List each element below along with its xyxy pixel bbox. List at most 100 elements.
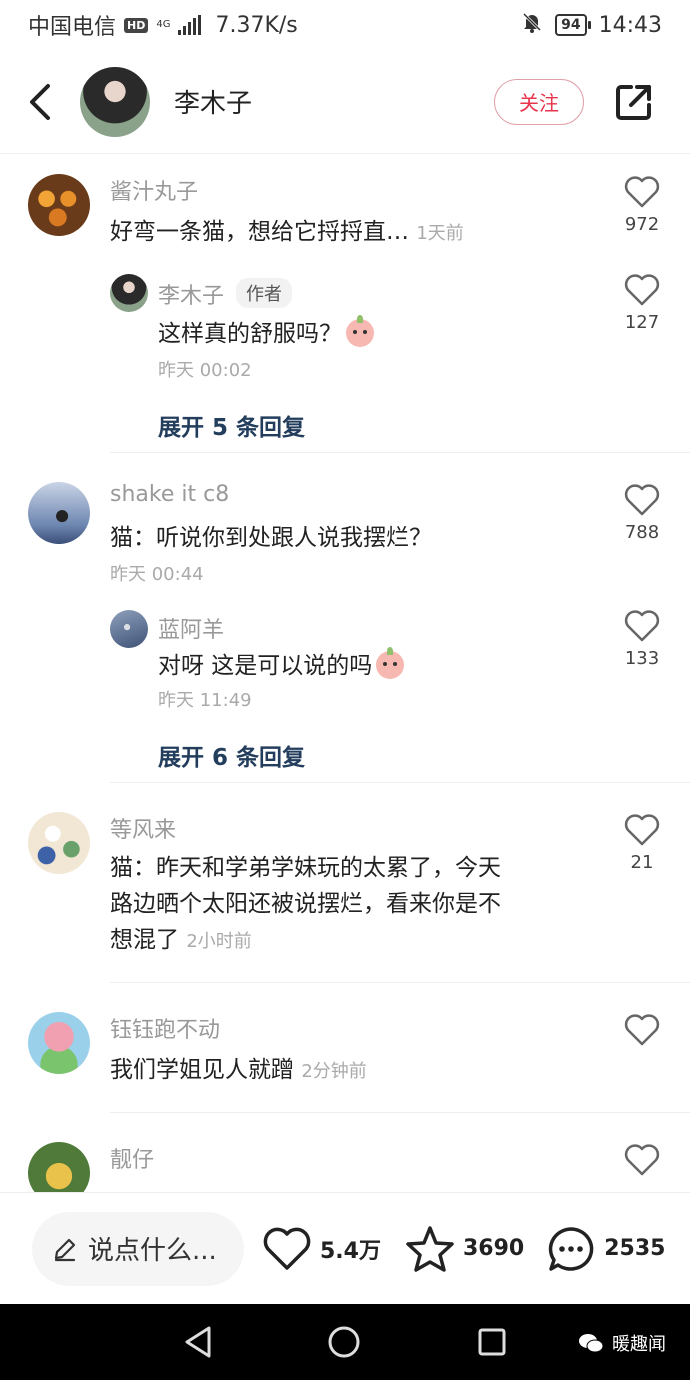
comments-button[interactable]: 2535 — [546, 1225, 665, 1273]
like-button[interactable]: 133 — [622, 610, 662, 669]
chevron-left-icon — [30, 83, 50, 120]
author-avatar[interactable] — [80, 66, 150, 137]
reply-author-name[interactable]: 李木子 — [158, 284, 224, 309]
heart-icon — [624, 1144, 660, 1176]
reply-avatar[interactable] — [110, 274, 148, 312]
nav-back-button[interactable] — [180, 1324, 216, 1360]
divider — [110, 1112, 690, 1113]
circle-home-icon — [328, 1326, 360, 1358]
system-nav-bar: 暖趣闻 — [0, 1304, 690, 1380]
commenter-name[interactable]: shake it c8 — [110, 482, 229, 507]
like-count: 127 — [624, 312, 660, 333]
like-count: 133 — [624, 648, 660, 669]
commenter-avatar[interactable] — [28, 812, 90, 874]
post-collect-count: 3690 — [462, 1236, 525, 1261]
reply-author-name[interactable]: 蓝阿羊 — [158, 612, 224, 644]
comment-item: 等风来 猫：昨天和学弟学妹玩的太累了，今天 路边晒个太阳还被说摆烂，看来你是不 … — [0, 784, 690, 984]
like-count: 972 — [624, 214, 660, 235]
reply-time: 昨天 00:02 — [158, 360, 252, 381]
watermark-text: 暖趣闻 — [612, 1334, 666, 1355]
reply-time: 昨天 11:49 — [158, 690, 252, 711]
nav-recents-button[interactable] — [474, 1324, 510, 1360]
comment-text-line[interactable]: 猫：昨天和学弟学妹玩的太累了，今天 — [110, 850, 501, 886]
share-icon — [616, 84, 651, 120]
network-speed: 7.37K/s — [215, 12, 298, 38]
triangle-back-icon — [185, 1326, 211, 1358]
comment-time: 2分钟前 — [301, 1061, 367, 1082]
commenter-name[interactable]: 靓仔 — [110, 1142, 154, 1174]
comment-time: 昨天 00:44 — [110, 564, 204, 585]
comment-text[interactable]: 猫：听说你到处跟人说我摆烂？ — [110, 520, 432, 556]
divider — [110, 782, 690, 783]
like-button[interactable]: 972 — [622, 176, 662, 235]
commenter-avatar[interactable] — [28, 1142, 90, 1192]
pencil-icon — [54, 1238, 76, 1261]
like-button[interactable] — [622, 1014, 662, 1046]
comment-item: 钰钰跑不动 我们学姐见人就蹭 2分钟前 — [0, 984, 690, 1114]
profile-header: 李木子 关注 — [0, 50, 690, 154]
nav-home-button[interactable] — [326, 1324, 362, 1360]
clock: 14:43 — [598, 12, 662, 38]
like-count: 788 — [624, 522, 660, 543]
post-comment-count: 2535 — [604, 1236, 666, 1261]
comment-body: 好弯一条猫，想给它捋捋直… — [110, 219, 409, 245]
author-tag: 作者 — [236, 278, 293, 308]
post-like-count: 5.4万 — [320, 1238, 381, 1264]
comment-item: 靓仔 — [0, 1114, 690, 1192]
comment-text[interactable]: 想混了 2小时前 — [110, 922, 252, 960]
chat-bubble-icon — [549, 1226, 594, 1271]
follow-button[interactable]: 关注 — [494, 78, 584, 125]
reply-name-row: 李木子 作者 — [158, 278, 293, 310]
comment-text[interactable]: 我们学姐见人就蹭 2分钟前 — [110, 1052, 367, 1090]
heart-icon — [624, 484, 660, 516]
status-bar: 中国电信 HD 4G 7.37K/s 94 14:43 — [0, 0, 690, 50]
comment-text[interactable]: 好弯一条猫，想给它捋捋直… 1天前 — [110, 214, 464, 252]
like-count: 21 — [630, 852, 654, 873]
like-button[interactable]: 127 — [622, 274, 662, 333]
comment-item: 酱汁丸子 好弯一条猫，想给它捋捋直… 1天前 972 李木子 作者 这样真的舒服吗… — [0, 154, 690, 454]
commenter-name[interactable]: 等风来 — [110, 812, 176, 844]
reply-text[interactable]: 这样真的舒服吗？ — [158, 315, 374, 352]
reply-body: 这样真的舒服吗？ — [158, 321, 342, 347]
network-type: 4G — [156, 19, 171, 30]
comment-body: 我们学姐见人就蹭 — [110, 1057, 294, 1083]
signal-icon — [178, 15, 202, 35]
heart-icon — [624, 176, 660, 208]
like-button[interactable] — [622, 1144, 662, 1176]
like-post-button[interactable]: 5.4万 — [262, 1227, 381, 1271]
commenter-name[interactable]: 钰钰跑不动 — [110, 1012, 220, 1044]
hd-badge: HD — [124, 17, 149, 33]
peach-emoji-icon — [346, 315, 374, 347]
reply-avatar[interactable] — [110, 610, 148, 648]
commenter-avatar[interactable] — [28, 174, 90, 236]
heart-icon — [624, 814, 660, 846]
expand-replies-button[interactable]: 展开 5 条回复 — [158, 408, 305, 442]
commenter-avatar[interactable] — [28, 482, 90, 544]
comment-input[interactable]: 说点什么... — [32, 1211, 244, 1286]
comment-input-placeholder: 说点什么... — [88, 1236, 217, 1266]
divider — [110, 982, 690, 983]
divider — [110, 452, 690, 453]
peach-emoji-icon — [376, 647, 405, 679]
like-button[interactable]: 21 — [622, 814, 662, 873]
battery-indicator: 94 — [555, 14, 592, 36]
commenter-name[interactable]: 酱汁丸子 — [110, 174, 198, 206]
heart-icon — [624, 274, 660, 306]
reply-text[interactable]: 对呀 这是可以说的吗 — [158, 647, 405, 684]
share-button[interactable] — [604, 72, 664, 132]
reply-body: 对呀 这是可以说的吗 — [158, 653, 373, 679]
like-button[interactable]: 788 — [622, 484, 662, 543]
author-name[interactable]: 李木子 — [174, 83, 252, 120]
collect-button[interactable]: 3690 — [405, 1225, 524, 1273]
bottom-action-bar: 说点什么... 5.4万 3690 2535 — [0, 1192, 690, 1304]
wechat-icon — [579, 1334, 604, 1353]
commenter-avatar[interactable] — [28, 1012, 90, 1074]
expand-replies-button[interactable]: 展开 6 条回复 — [158, 738, 305, 772]
star-icon — [406, 1225, 454, 1272]
back-button[interactable] — [10, 72, 70, 132]
mute-bell-icon — [521, 11, 543, 39]
carrier-label: 中国电信 — [28, 15, 117, 40]
comment-text-line[interactable]: 路边晒个太阳还被说摆烂，看来你是不 — [110, 886, 501, 922]
heart-icon — [263, 1227, 311, 1270]
watermark: 暖趣闻 — [578, 1330, 666, 1356]
